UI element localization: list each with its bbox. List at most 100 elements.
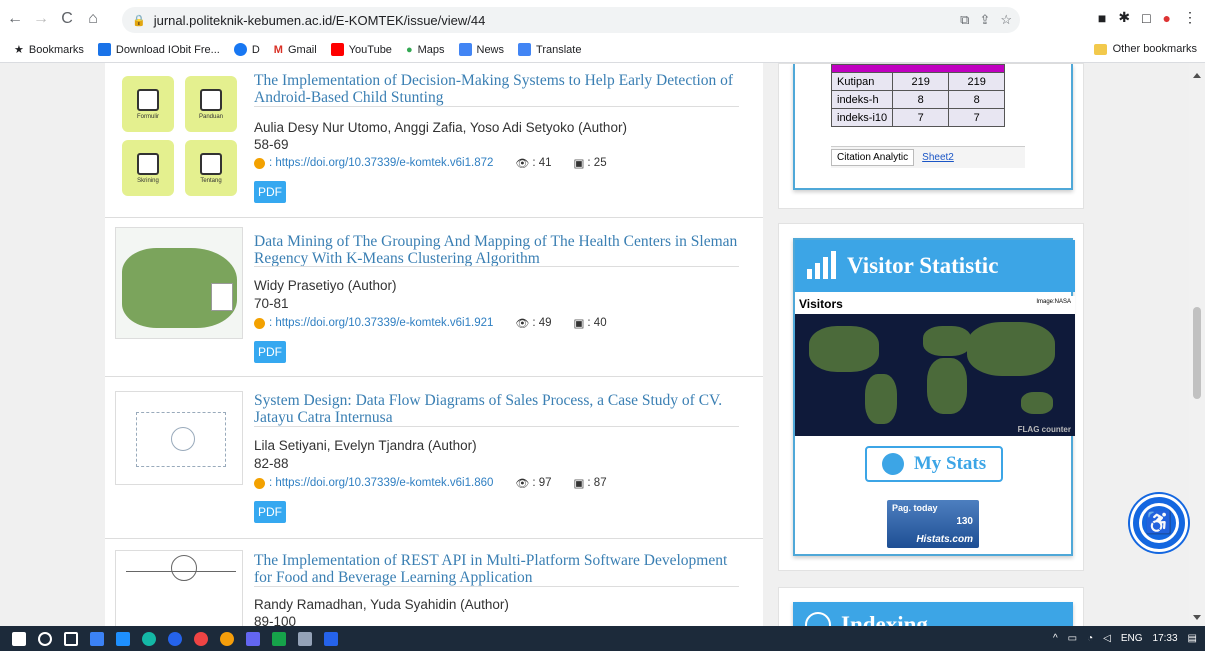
doi-link[interactable]: : https://doi.org/10.37339/e-komtek.v6i1… xyxy=(269,477,493,489)
side-panel-icon[interactable]: □ xyxy=(1142,10,1150,26)
bookmark-gmail[interactable]: M Gmail xyxy=(274,44,317,56)
menu-icon[interactable]: ⋮ xyxy=(1183,9,1197,26)
divider xyxy=(254,586,739,587)
sheet-tabs: Citation Analytic Sheet2 xyxy=(831,146,1025,168)
indexing-widget: Indexing xyxy=(778,587,1084,626)
article-pages: 89-100 xyxy=(254,614,297,626)
bookmark-d[interactable]: D xyxy=(233,43,260,56)
home-icon[interactable]: ⌂ xyxy=(82,8,104,30)
tile-tentang: Tentang xyxy=(185,140,237,196)
doi-link[interactable]: : https://doi.org/10.37339/e-komtek.v6i1… xyxy=(269,157,493,169)
downloads-count: ▣: 40 xyxy=(573,317,607,330)
other-bookmarks[interactable]: Other bookmarks xyxy=(1093,43,1197,55)
maps-icon: ● xyxy=(405,43,413,56)
excel-icon[interactable] xyxy=(272,631,286,646)
translate-icon[interactable]: ⧉ xyxy=(960,12,969,28)
article-thumbnail[interactable] xyxy=(115,550,243,626)
scroll-down-icon[interactable] xyxy=(1193,615,1201,620)
puzzle-icon[interactable]: ✱ xyxy=(1118,9,1130,26)
diagram-node xyxy=(171,427,195,451)
share-icon[interactable]: ⇪ xyxy=(979,12,990,28)
address-bar[interactable]: 🔒 jurnal.politeknik-kebumen.ac.id/E-KOMT… xyxy=(122,7,1020,33)
article-pages: 58-69 xyxy=(254,137,289,152)
eye-icon: 👁 xyxy=(515,157,530,170)
browser-icon[interactable] xyxy=(168,631,182,646)
divider xyxy=(105,376,763,377)
back-icon[interactable]: ← xyxy=(4,8,26,30)
scroll-up-icon[interactable] xyxy=(1193,73,1201,78)
extension-icon[interactable]: ■ xyxy=(1098,10,1106,26)
article-title[interactable]: The Implementation of REST API in Multi-… xyxy=(254,552,739,586)
article-thumbnail[interactable]: Formulir Panduan Skrining Tentang xyxy=(115,68,245,203)
article-pages: 82-88 xyxy=(254,456,289,471)
bookmark-youtube[interactable]: YouTube xyxy=(330,43,392,56)
task-view-icon[interactable] xyxy=(64,631,78,646)
map-legend xyxy=(211,283,233,311)
page-scrollbar[interactable] xyxy=(1189,63,1205,626)
reload-icon[interactable]: C xyxy=(56,8,78,30)
network-icon[interactable]: ▭ xyxy=(1068,633,1077,644)
chrome-icon[interactable] xyxy=(220,631,234,646)
teams-icon[interactable] xyxy=(246,631,260,646)
my-stats-button[interactable]: My Stats xyxy=(865,446,1003,482)
pdf-button[interactable]: PDF xyxy=(254,181,286,203)
file-explorer-icon[interactable] xyxy=(90,631,104,646)
divider xyxy=(105,538,763,539)
tab-citation-analytic[interactable]: Citation Analytic xyxy=(831,149,915,166)
download-icon: ▣ xyxy=(573,158,585,170)
article-authors: Randy Ramadhan, Yuda Syahidin (Author) xyxy=(254,597,509,612)
edge-icon[interactable] xyxy=(142,631,156,646)
wifi-icon[interactable]: ◔ xyxy=(1087,633,1093,644)
info-icon xyxy=(200,152,222,175)
flag-counter-map[interactable]: Visitors Image:NASA FLAG counter xyxy=(795,296,1075,436)
bookmark-news[interactable]: News xyxy=(458,43,504,56)
lock-icon[interactable]: 🔒 xyxy=(132,14,146,27)
language-indicator[interactable]: ENG xyxy=(1121,633,1143,644)
url-text[interactable]: jurnal.politeknik-kebumen.ac.id/E-KOMTEK… xyxy=(154,13,486,28)
bookmark-maps[interactable]: ● Maps xyxy=(406,44,445,56)
windows-start-icon[interactable] xyxy=(12,631,26,646)
bookmark-translate[interactable]: Translate xyxy=(518,43,581,56)
bar-chart-icon xyxy=(805,251,839,281)
pdf-button[interactable]: PDF xyxy=(254,341,286,363)
chevron-up-icon[interactable]: ^ xyxy=(1053,633,1058,644)
table-row xyxy=(830,64,1006,73)
article-thumbnail[interactable] xyxy=(115,227,243,339)
star-icon[interactable]: ☆ xyxy=(1000,12,1012,28)
histats-counter[interactable]: Pag. today 130 Histats.com xyxy=(887,500,979,548)
record-icon[interactable] xyxy=(194,631,208,646)
clock[interactable]: 17:33 xyxy=(1153,633,1178,644)
page-viewport: Formulir Panduan Skrining Tentang The Im… xyxy=(0,63,1205,626)
accessibility-button[interactable]: ♿ xyxy=(1130,494,1188,552)
tab-sheet2[interactable]: Sheet2 xyxy=(922,152,954,163)
mail-icon[interactable] xyxy=(116,631,130,646)
article-title[interactable]: Data Mining of The Grouping And Mapping … xyxy=(254,233,739,267)
bookmark-iobit[interactable]: Download IObit Fre... xyxy=(97,43,220,56)
article-title[interactable]: System Design: Data Flow Diagrams of Sal… xyxy=(254,392,739,426)
bookmarks-button[interactable]: ★ Bookmarks xyxy=(14,43,84,57)
flag-counter-label: FLAG counter xyxy=(1017,425,1071,434)
notes-icon[interactable] xyxy=(298,631,312,646)
facebook-icon xyxy=(233,43,247,56)
diagram-line xyxy=(126,571,236,572)
doi-icon xyxy=(254,477,265,489)
article-thumbnail[interactable] xyxy=(115,391,243,485)
article-title[interactable]: The Implementation of Decision-Making Sy… xyxy=(254,72,739,106)
scroll-thumb[interactable] xyxy=(1193,307,1201,399)
profile-icon[interactable]: ● xyxy=(1163,10,1171,26)
doi-link[interactable]: : https://doi.org/10.37339/e-komtek.v6i1… xyxy=(269,317,493,329)
indexing-header: Indexing xyxy=(793,602,1073,626)
article-authors: Lila Setiyani, Evelyn Tjandra (Author) xyxy=(254,438,477,453)
doi-icon xyxy=(254,317,265,329)
citation-table: Kutipan 219 219 indeks-h 8 8 indeks-i10 7 7 xyxy=(830,64,1006,127)
word-icon[interactable] xyxy=(324,631,338,646)
download-icon: ▣ xyxy=(573,318,585,330)
pdf-button[interactable]: PDF xyxy=(254,501,286,523)
notification-icon[interactable]: ▤ xyxy=(1188,633,1197,644)
issue-article-list: Formulir Panduan Skrining Tentang The Im… xyxy=(105,63,763,626)
visitor-header: Visitor Statistic xyxy=(795,240,1075,292)
forward-icon[interactable]: → xyxy=(30,8,52,30)
search-icon[interactable] xyxy=(38,631,52,646)
continent-south-america xyxy=(865,374,897,424)
volume-icon[interactable]: ◁ xyxy=(1103,633,1111,644)
